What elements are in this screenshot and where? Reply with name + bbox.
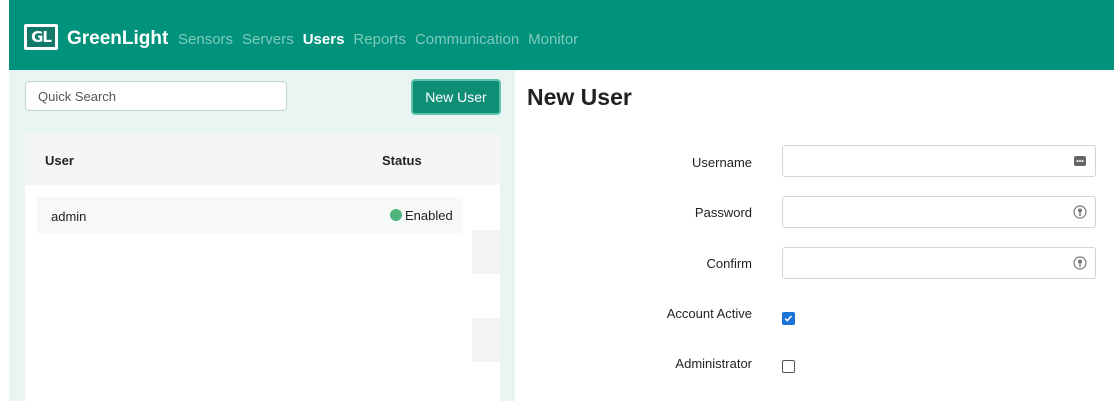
nav-item-sensors[interactable]: Sensors <box>178 31 233 48</box>
table-row[interactable]: admin Enabled <box>37 197 463 233</box>
password-field[interactable] <box>782 196 1096 228</box>
confirm-label: Confirm <box>706 256 752 271</box>
brand-name[interactable]: GreenLight <box>67 28 168 50</box>
nav-item-reports[interactable]: Reports <box>353 31 406 48</box>
new-user-button[interactable]: New User <box>411 79 501 115</box>
top-navigation-bar: GL GreenLight Sensors Servers Users Reports… <box>9 0 1114 70</box>
more-dots-icon[interactable] <box>1073 154 1087 168</box>
password-input[interactable] <box>791 198 1065 228</box>
table-header: User Status <box>25 133 500 185</box>
column-header-status[interactable]: Status <box>382 153 422 168</box>
username-field[interactable] <box>782 145 1096 177</box>
row-status: Enabled <box>405 208 453 223</box>
password-label: Password <box>694 205 752 220</box>
empty-row-stripe <box>472 230 500 274</box>
key-icon[interactable] <box>1073 205 1087 219</box>
nav-item-users[interactable]: Users <box>303 31 345 48</box>
logo-text: GL <box>27 27 55 47</box>
page-title: New User <box>527 84 632 110</box>
row-username: admin <box>51 209 87 224</box>
users-table: User Status admin Enabled <box>25 133 500 401</box>
username-input[interactable] <box>791 147 1065 177</box>
column-header-user[interactable]: User <box>45 153 74 168</box>
empty-row-stripe <box>472 318 500 362</box>
confirm-password-input[interactable] <box>791 249 1065 279</box>
account-active-checkbox[interactable] <box>782 312 795 325</box>
greenlight-logo-icon[interactable]: GL <box>24 24 58 50</box>
quick-search-input[interactable] <box>25 81 287 111</box>
window-frame <box>0 0 9 401</box>
nav-item-servers[interactable]: Servers <box>242 31 294 48</box>
checkmark-icon <box>784 315 793 322</box>
administrator-label: Administrator <box>675 356 752 371</box>
main-nav: Sensors Servers Users Reports Communication M… <box>178 31 587 48</box>
confirm-password-field[interactable] <box>782 247 1096 279</box>
username-label: Username <box>692 155 752 170</box>
account-active-label: Account Active <box>666 306 752 321</box>
status-dot-icon <box>390 209 402 221</box>
administrator-checkbox[interactable] <box>782 360 795 373</box>
key-icon[interactable] <box>1073 256 1087 270</box>
nav-item-monitor[interactable]: Monitor <box>528 31 578 48</box>
nav-item-communication[interactable]: Communication <box>415 31 519 48</box>
